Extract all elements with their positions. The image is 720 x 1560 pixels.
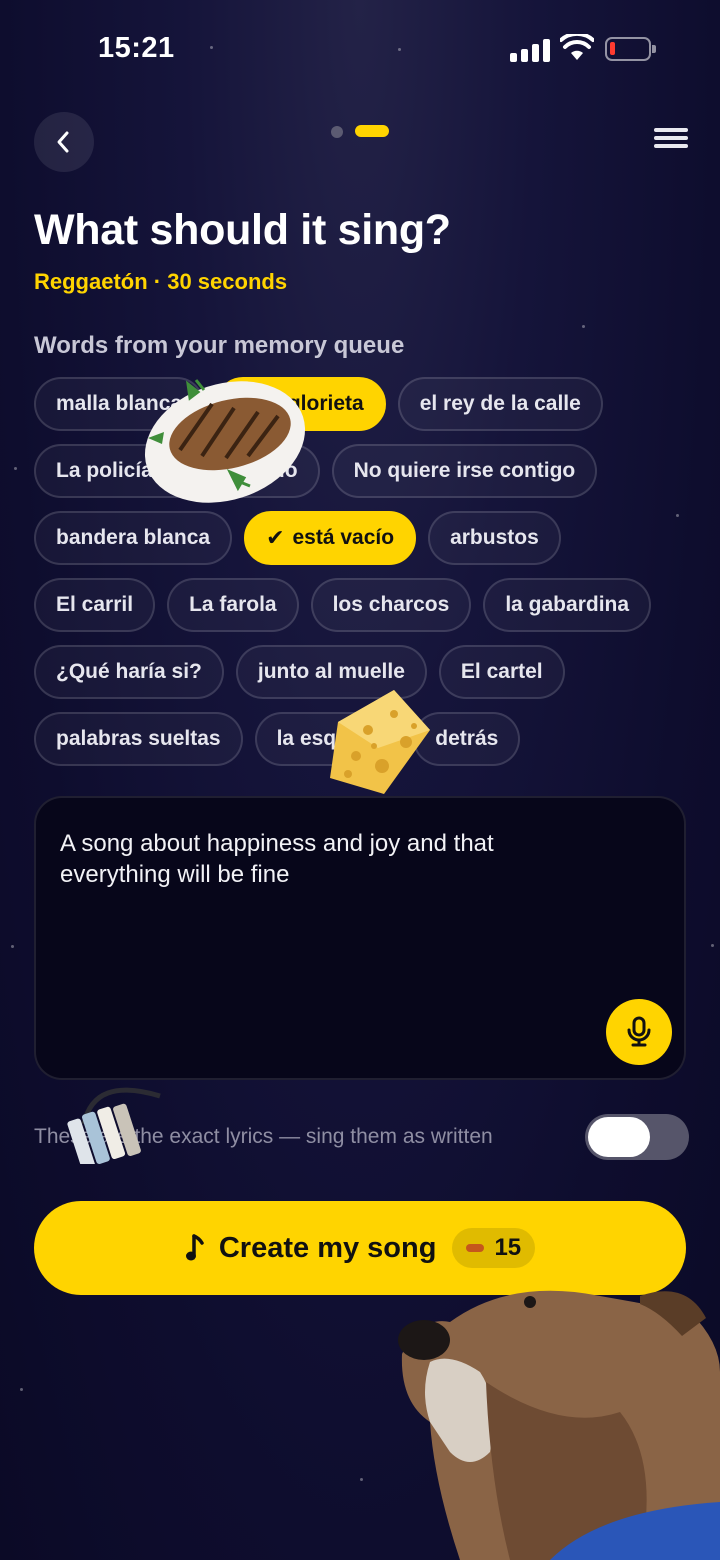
word-chip-label: junto al muelle xyxy=(257,660,405,683)
word-chip[interactable]: La farola xyxy=(167,578,299,632)
food-plate-sticker xyxy=(144,379,306,503)
word-chip-label: No quiere irse contigo xyxy=(353,459,576,482)
word-chip[interactable]: palabras sueltas xyxy=(34,712,243,766)
exact-lyrics-toggle[interactable] xyxy=(585,1114,689,1160)
song-style-subtitle: Reggaetón · 30 seconds xyxy=(34,269,288,294)
word-chip[interactable]: el rey de la calle xyxy=(397,377,603,431)
mic-button[interactable] xyxy=(606,999,672,1065)
song-prompt-field[interactable]: A song about happiness and joy and that … xyxy=(34,796,686,1080)
chip-row: La policía vendrá rápidoNo quiere irse c… xyxy=(34,444,694,498)
cost-badge: 15 xyxy=(452,1228,536,1268)
coin-icon xyxy=(466,1244,485,1252)
word-chip[interactable]: los charcos xyxy=(310,578,472,632)
page-title: What should it sing? xyxy=(34,206,451,254)
word-chip-label: la gabardina xyxy=(505,593,630,616)
create-song-label: Create my song xyxy=(218,1231,437,1264)
word-chip-label: el rey de la calle xyxy=(419,392,581,415)
word-chip[interactable]: El cartel xyxy=(438,645,565,699)
word-chip[interactable]: la gabardina xyxy=(483,578,652,632)
battery-icon xyxy=(605,37,656,61)
chip-row: bandera blanca ✔ está vacío arbustos xyxy=(34,511,694,565)
word-chip-label: La farola xyxy=(189,593,277,616)
dog-photo-sticker xyxy=(398,1290,720,1560)
step-dot-active xyxy=(355,125,389,137)
headphones-sticker xyxy=(67,1087,161,1164)
status-bar: 15:21 xyxy=(0,0,720,100)
music-note-icon xyxy=(185,1234,204,1261)
menu-icon[interactable] xyxy=(654,128,690,150)
song-prompt-text[interactable]: A song about happiness and joy and that … xyxy=(60,828,580,890)
word-chip-label: está vacío xyxy=(292,526,395,549)
create-song-button[interactable]: Create my song 15 xyxy=(34,1201,686,1295)
word-chip[interactable]: arbustos xyxy=(428,511,561,565)
word-chip[interactable]: ¿Qué haría si? xyxy=(34,645,224,699)
mic-icon xyxy=(627,1016,651,1047)
back-button[interactable] xyxy=(34,112,94,172)
status-time: 15:21 xyxy=(98,32,175,64)
word-chip-label: palabras sueltas xyxy=(56,727,221,750)
word-chip-label: bandera blanca xyxy=(56,526,211,549)
word-chip[interactable]: El carril xyxy=(34,578,156,632)
chip-row: El carril La farola los charcos la gabardin… xyxy=(34,578,694,632)
word-chip-label: detrás xyxy=(435,727,499,750)
word-chip-label: El cartel xyxy=(460,660,543,683)
word-chip-label: arbustos xyxy=(450,526,539,549)
step-dot xyxy=(331,126,343,138)
back-icon xyxy=(57,131,69,153)
cellular-signal-icon xyxy=(510,38,550,62)
memory-queue-label: Words from your memory queue xyxy=(34,332,405,359)
chip-row: malla blanca✔la glorietael rey de la cal… xyxy=(34,377,694,431)
wifi-icon xyxy=(560,34,594,60)
cost-value: 15 xyxy=(494,1234,522,1261)
check-icon: ✔ xyxy=(266,525,285,550)
word-chip-label: El carril xyxy=(56,593,134,616)
word-chip[interactable]: bandera blanca xyxy=(34,511,233,565)
word-chip-label: ¿Qué haría si? xyxy=(56,660,202,683)
word-chip-label: los charcos xyxy=(332,593,450,616)
word-chip-selected[interactable]: ✔ está vacío xyxy=(244,511,417,565)
word-chip[interactable]: No quiere irse contigo xyxy=(331,444,598,498)
cheese-sticker xyxy=(330,690,430,794)
